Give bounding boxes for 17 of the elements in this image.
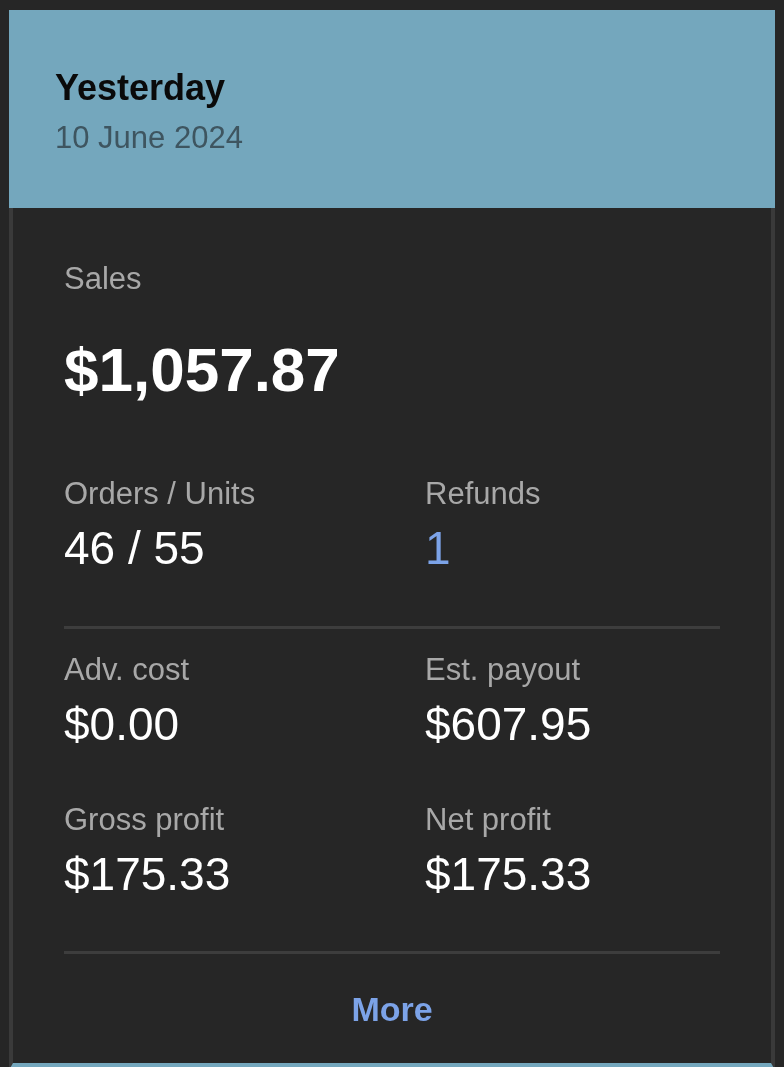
metric-label: Est. payout — [425, 652, 582, 688]
metric-value: 46 / 55 — [64, 521, 206, 576]
card-title: Yesterday — [55, 66, 227, 110]
sales-label: Sales — [64, 261, 143, 297]
metric-label: Gross profit — [64, 802, 226, 838]
metric-value: $175.33 — [64, 847, 232, 902]
sales-value: $1,057.87 — [64, 335, 341, 405]
metric-value: $607.95 — [425, 697, 593, 752]
metric-label: Net profit — [425, 802, 552, 838]
metric-value: $0.00 — [64, 697, 181, 752]
refunds-link[interactable]: 1 — [425, 520, 720, 576]
metric-value: $175.33 — [425, 847, 593, 902]
metric-label: Adv. cost — [64, 652, 191, 688]
card-date: 10 June 2024 — [55, 120, 244, 156]
metric-label: Refunds — [425, 476, 542, 512]
metric-label: Orders / Units — [64, 476, 257, 512]
more-link[interactable]: More — [351, 989, 433, 1029]
